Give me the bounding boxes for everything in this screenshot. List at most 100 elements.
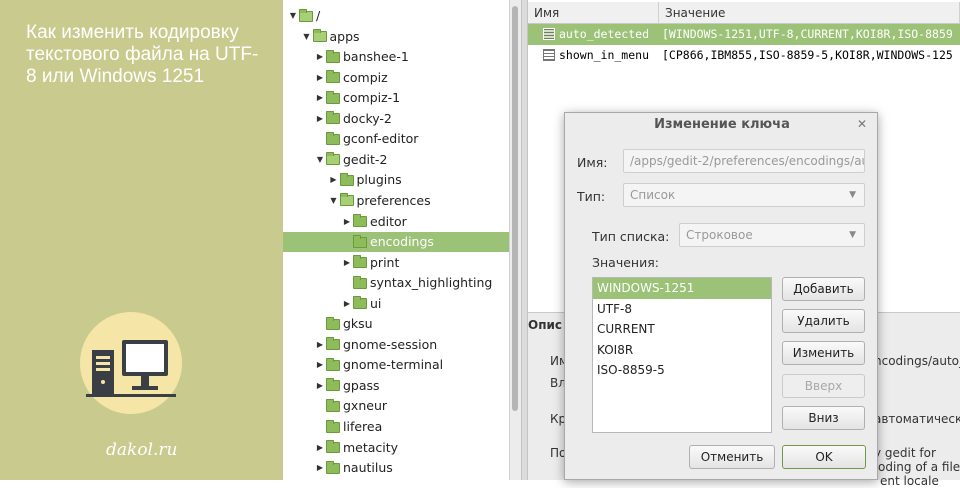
folder-icon <box>353 214 367 227</box>
dialog-title: Изменение ключа <box>654 117 790 132</box>
tree-item-label: editor <box>370 213 407 229</box>
close-icon[interactable]: ✕ <box>857 117 867 131</box>
tree-scrollbar-thumb[interactable] <box>512 6 518 411</box>
expander-right-icon[interactable] <box>328 170 340 190</box>
tree-item[interactable]: gpass <box>314 376 380 396</box>
cancel-button[interactable]: Отменить <box>689 445 775 469</box>
tree-item-label: / <box>316 8 321 23</box>
tree-item[interactable]: plugins <box>328 170 402 190</box>
tree-item[interactable]: docky-2 <box>314 109 392 129</box>
tree-item[interactable]: ui <box>341 294 381 314</box>
value-list-item[interactable]: KOI8R <box>593 340 771 361</box>
type-label: Тип: <box>577 189 606 204</box>
expander-right-icon[interactable] <box>314 68 326 88</box>
tree-item[interactable]: gedit-2 <box>314 150 387 170</box>
tree-item[interactable]: liferea <box>314 417 382 437</box>
add-button[interactable]: Добавить <box>782 277 865 301</box>
remove-button[interactable]: Удалить <box>782 309 865 333</box>
expander-right-icon[interactable] <box>314 355 326 375</box>
tree-item[interactable]: gnome-session <box>314 335 437 355</box>
expander-right-icon[interactable] <box>314 458 326 478</box>
values-list[interactable]: WINDOWS-1251 UTF-8 CURRENT KOI8R ISO-8859-5 <box>592 277 772 433</box>
tree-item[interactable]: print <box>341 253 399 273</box>
tree-item[interactable]: metacity <box>314 438 398 458</box>
ok-button[interactable]: OK <box>782 445 866 469</box>
expander-down-icon[interactable] <box>328 191 340 211</box>
expander-down-icon[interactable] <box>301 27 313 47</box>
folder-icon <box>326 378 340 392</box>
description-line: ncodings/auto_detec <box>874 354 960 368</box>
expander-right-icon[interactable] <box>341 253 353 273</box>
folder-icon <box>326 90 340 104</box>
expander-down-icon[interactable] <box>314 150 326 170</box>
tree-item-label: gksu <box>343 316 373 332</box>
list-type-select[interactable]: Строковое ▼ <box>679 223 865 247</box>
tree-item[interactable]: syntax_highlighting <box>341 273 492 293</box>
tree-item[interactable]: banshee-1 <box>314 47 409 67</box>
tree-item[interactable]: apps <box>301 27 360 47</box>
edit-button[interactable]: Изменить <box>782 341 865 365</box>
directory-tree[interactable]: / apps banshee-1 compiz compiz-1 docky-2 gconf… <box>283 0 509 480</box>
tree-item[interactable]: encodings <box>283 232 509 253</box>
expander-right-icon[interactable] <box>314 109 326 129</box>
key-row[interactable]: auto_detected [WINDOWS-1251,UTF-8,CURRENT… <box>528 24 960 45</box>
folder-icon <box>299 8 313 22</box>
folder-icon <box>353 296 367 310</box>
tree-item-label: preferences <box>356 192 431 208</box>
tree-item-label: print <box>370 254 400 270</box>
value-list-item[interactable]: ISO-8859-5 <box>593 360 771 381</box>
key-name: shown_in_menu <box>559 48 650 62</box>
folder-icon <box>326 460 340 474</box>
type-select[interactable]: Список ▼ <box>623 183 865 207</box>
value-list-item[interactable]: WINDOWS-1251 <box>593 278 771 299</box>
tree-item-label: plugins <box>356 172 402 188</box>
expander-right-icon[interactable] <box>314 88 326 108</box>
pane-divider[interactable] <box>521 0 528 480</box>
list-type-label: Тип списка: <box>592 229 670 244</box>
tree-item-label: gnome-session <box>343 336 438 352</box>
value-list-item[interactable]: CURRENT <box>593 319 771 340</box>
column-header-name[interactable]: Имя <box>528 2 659 24</box>
tree-item[interactable]: compiz <box>314 68 388 88</box>
column-header-value[interactable]: Значение <box>659 2 960 24</box>
site-name: dakol.ru <box>106 440 178 460</box>
type-select-value: Список <box>630 188 676 202</box>
expander-right-icon[interactable] <box>314 47 326 67</box>
tree-item-label: metacity <box>343 439 399 455</box>
move-down-button[interactable]: Вниз <box>782 406 865 430</box>
tree-item-label: encodings <box>370 234 434 250</box>
tree-item-label: gpass <box>343 377 380 393</box>
tree-item[interactable]: nautilus <box>314 458 393 478</box>
expander-right-icon[interactable] <box>341 294 353 314</box>
tree-item[interactable]: editor <box>341 212 407 232</box>
tree-item-label: liferea <box>343 419 383 434</box>
expander-right-icon[interactable] <box>314 335 326 355</box>
tree-item-label: gconf-editor <box>343 131 419 147</box>
expander-right-icon[interactable] <box>314 376 326 396</box>
tree-item[interactable]: / <box>287 6 320 26</box>
key-row[interactable]: shown_in_menu [CP866,IBM855,ISO-8859-5,KO… <box>528 45 960 66</box>
tree-item[interactable]: gxneur <box>314 396 387 416</box>
expander-down-icon[interactable] <box>287 6 299 26</box>
folder-icon <box>326 440 340 454</box>
name-field[interactable]: /apps/gedit-2/preferences/encodings/au <box>623 149 865 173</box>
move-up-button[interactable]: Вверх <box>782 374 865 398</box>
expander-right-icon[interactable] <box>341 212 353 232</box>
key-value: [CP866,IBM855,ISO-8859-5,KOI8R,WINDOWS-1… <box>662 48 953 62</box>
promo-title: Как изменить кодировку текстового файла … <box>26 22 259 87</box>
description-line: y gedit for <box>874 446 936 460</box>
key-value: [WINDOWS-1251,UTF-8,CURRENT,KOI8R,ISO-88… <box>662 27 953 41</box>
value-list-item[interactable]: UTF-8 <box>593 299 771 320</box>
folder-icon <box>326 398 340 412</box>
tree-item[interactable]: compiz-1 <box>314 88 400 108</box>
expander-right-icon[interactable] <box>314 438 326 458</box>
tree-item[interactable]: preferences <box>328 191 431 211</box>
folder-icon <box>326 316 340 330</box>
tree-item[interactable]: gconf-editor <box>314 129 418 149</box>
tree-item-label: gedit-2 <box>343 151 388 167</box>
values-label: Значения: <box>592 255 659 270</box>
tree-item[interactable]: gksu <box>314 314 373 334</box>
list-key-icon <box>543 28 555 40</box>
tree-item[interactable]: gnome-terminal <box>314 355 443 375</box>
folder-icon <box>326 131 340 145</box>
